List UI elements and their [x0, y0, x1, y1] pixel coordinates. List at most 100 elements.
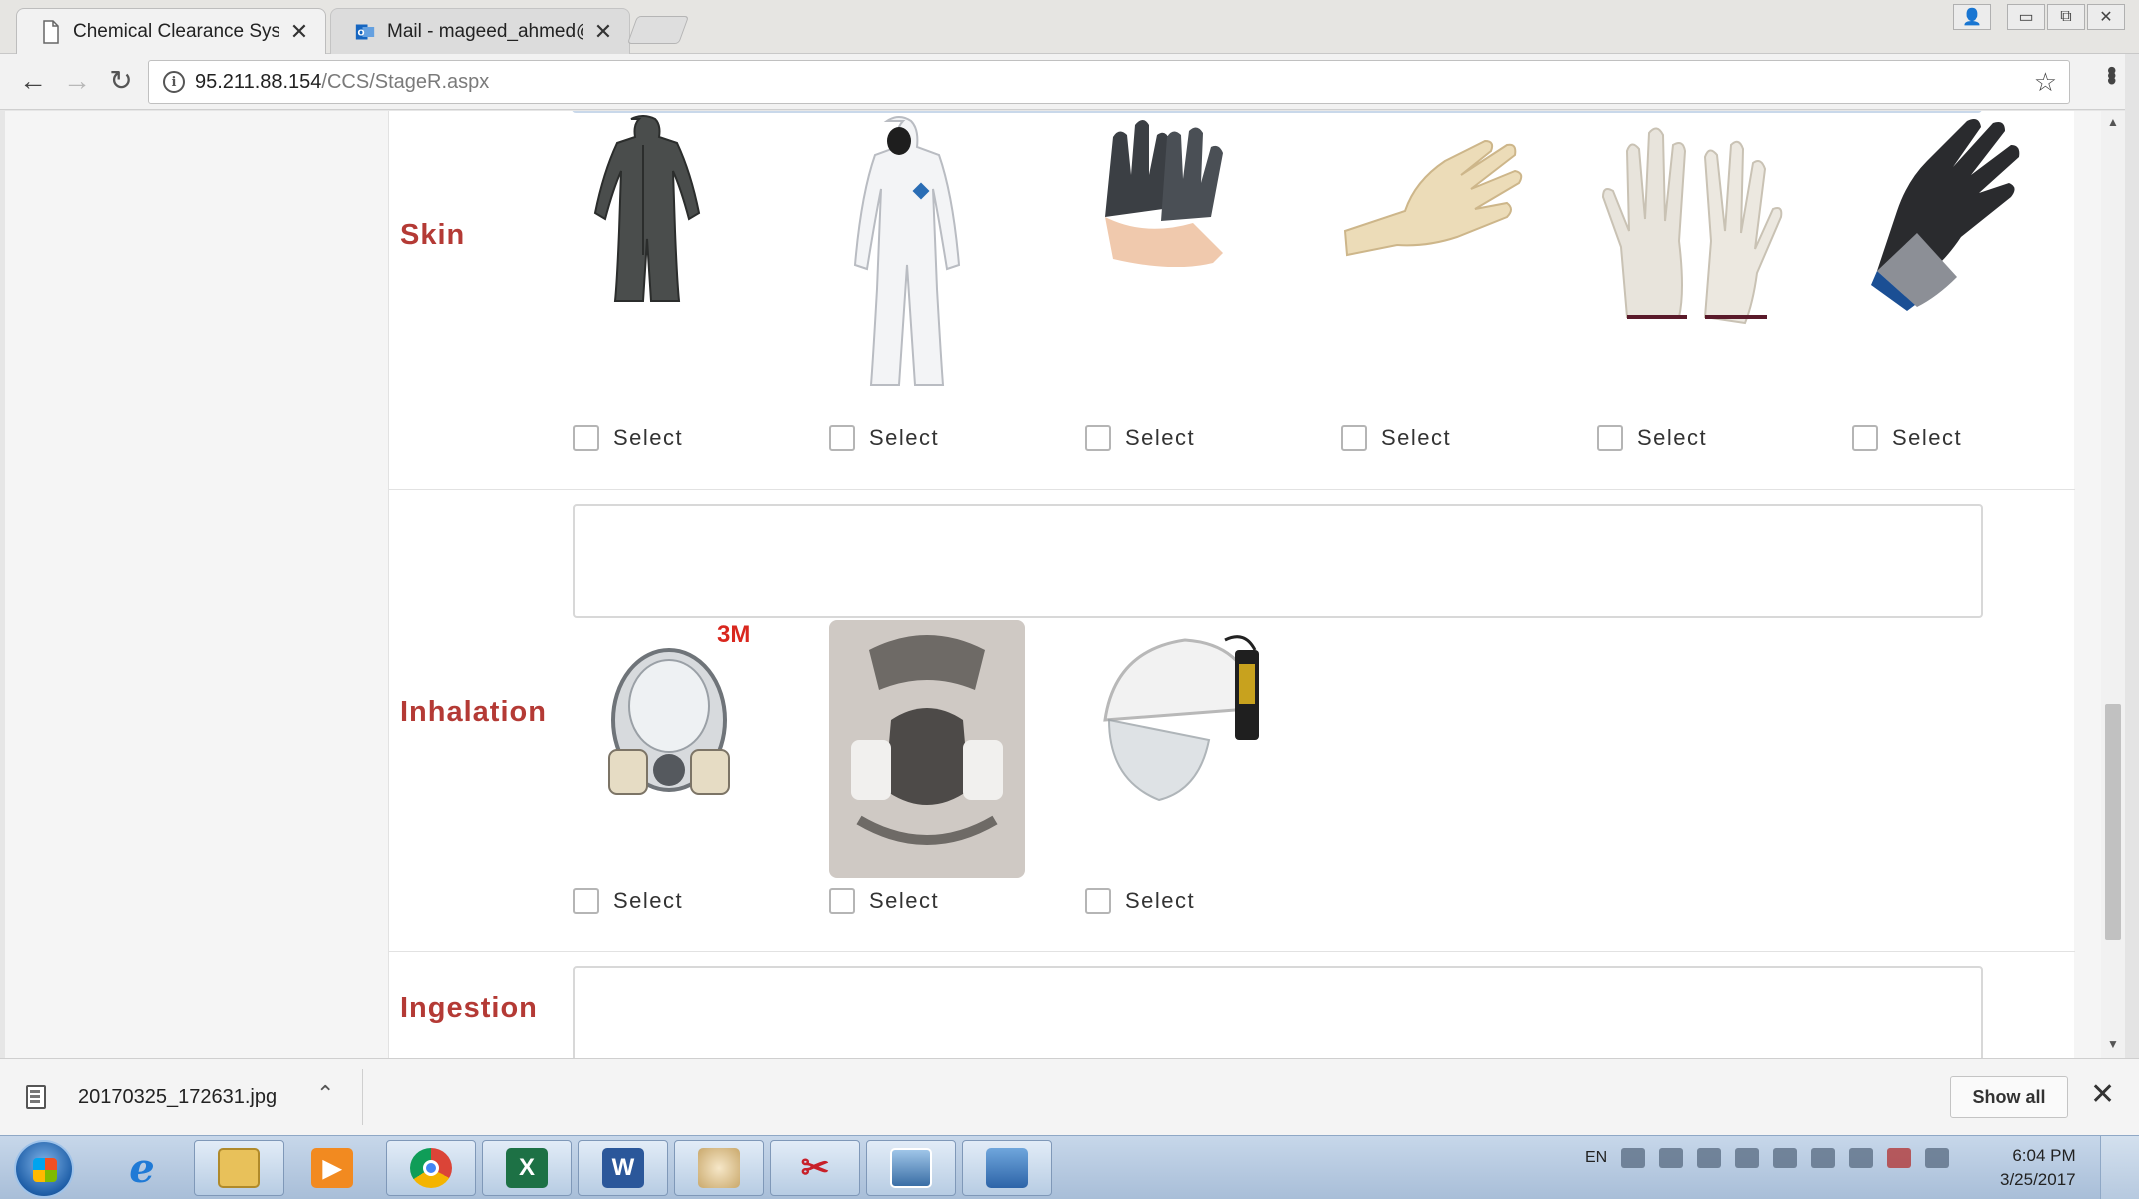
taskbar-photo-viewer[interactable]	[866, 1140, 956, 1196]
forward-arrow-icon[interactable]: →	[60, 66, 94, 96]
file-icon	[26, 1085, 46, 1109]
checkbox[interactable]	[1085, 425, 1111, 451]
taskbar-media-player[interactable]: ▶	[290, 1140, 374, 1196]
select-checkbox[interactable]: Select	[1085, 888, 1195, 914]
back-arrow-icon[interactable]: ←	[16, 66, 50, 96]
clock-date: 3/25/2017	[2000, 1170, 2076, 1189]
section-label: Skin	[400, 219, 466, 251]
taskbar-excel[interactable]: X	[482, 1140, 572, 1196]
checkbox[interactable]	[829, 888, 855, 914]
tray-app-icon[interactable]	[1697, 1148, 1722, 1168]
latex-glove-icon	[1343, 139, 1523, 257]
network-signal-icon[interactable]	[1925, 1148, 1950, 1168]
close-icon[interactable]: ✕	[2087, 4, 2125, 30]
battery-icon[interactable]	[1849, 1148, 1874, 1168]
tab-close-icon[interactable]: ✕	[593, 19, 613, 45]
select-label: Select	[613, 425, 684, 450]
window-controls: 👤 ▭ ⧉ ✕	[1953, 4, 2125, 30]
select-checkbox[interactable]: Select	[573, 425, 683, 451]
dark-coverall-icon	[593, 115, 701, 302]
select-checkbox[interactable]: Select	[829, 425, 939, 451]
ingestion-notes-textarea[interactable]	[573, 966, 1983, 1058]
chrome-icon	[410, 1148, 452, 1188]
select-checkbox[interactable]: Select	[1597, 425, 1707, 451]
start-button-icon[interactable]	[14, 1140, 74, 1198]
chevron-up-icon[interactable]: ⌃	[316, 1081, 334, 1107]
bookmark-star-icon[interactable]: ☆	[2034, 67, 2057, 98]
internet-explorer-icon: e	[129, 1144, 155, 1192]
browser-toolbar: ← → ↻ i 95.211.88.154/CCS/StageR.aspx ☆ …	[0, 54, 2139, 110]
select-checkbox[interactable]: Select	[1341, 425, 1451, 451]
screen: Chemical Clearance Syste ✕ O Mail - mage…	[0, 0, 2139, 1199]
full-face-respirator-icon: 3M	[608, 621, 750, 795]
ppe-item-knit-gloves	[1597, 121, 1847, 331]
select-checkbox[interactable]: Select	[573, 888, 683, 914]
info-icon[interactable]: i	[163, 71, 185, 93]
tab-close-icon[interactable]: ✕	[289, 19, 309, 45]
taskbar-file-explorer[interactable]	[194, 1140, 284, 1196]
section-ingestion: Ingestion	[389, 952, 2075, 1058]
select-checkbox[interactable]: Select	[1852, 425, 1962, 451]
outlook-icon: O	[355, 24, 375, 39]
ppe-item-full-face-respirator: 3M	[573, 620, 823, 820]
language-indicator[interactable]: EN	[1585, 1149, 1607, 1167]
scroll-down-icon[interactable]: ▼	[2107, 1037, 2119, 1051]
taskbar-control-panel[interactable]	[962, 1140, 1052, 1196]
checkbox[interactable]	[1085, 888, 1111, 914]
download-shelf: 20170325_172631.jpg ⌃ Show all ✕	[0, 1058, 2139, 1135]
powered-air-helmet-icon	[1103, 635, 1259, 802]
control-panel-icon	[986, 1148, 1028, 1188]
taskbar-clock[interactable]: 6:04 PM 3/25/2017	[2000, 1144, 2076, 1192]
taskbar-internet-explorer[interactable]: e	[100, 1140, 184, 1196]
download-item[interactable]: 20170325_172631.jpg	[26, 1073, 277, 1121]
restore-icon[interactable]: ⧉	[2047, 4, 2085, 30]
section-inhalation: Inhalation 3M Select Select Select	[389, 490, 2075, 952]
new-tab-button[interactable]	[626, 16, 690, 44]
select-label: Select	[869, 425, 940, 450]
ppe-form: Skin Select Select Select Select Select …	[388, 111, 2075, 1058]
tray-app-icon[interactable]	[1773, 1148, 1798, 1168]
select-checkbox[interactable]: Select	[829, 888, 939, 914]
select-checkbox[interactable]: Select	[1085, 425, 1195, 451]
scrollbar-thumb[interactable]	[2105, 704, 2121, 940]
show-desktop-button[interactable]	[2100, 1136, 2139, 1199]
tab-chemical-clearance[interactable]: Chemical Clearance Syste ✕	[16, 8, 326, 54]
url-text[interactable]: 95.211.88.154/CCS/StageR.aspx	[195, 71, 489, 94]
close-icon[interactable]: ✕	[2090, 1077, 2115, 1112]
tray-app-icon[interactable]	[1659, 1148, 1684, 1168]
checkbox[interactable]	[573, 425, 599, 451]
inhalation-notes-textarea[interactable]	[573, 504, 1983, 618]
select-label: Select	[613, 888, 684, 913]
ppe-item-cut-resistant-glove	[1853, 111, 2101, 311]
taskbar-paint[interactable]	[674, 1140, 764, 1196]
checkbox[interactable]	[573, 888, 599, 914]
svg-text:O: O	[358, 27, 365, 37]
tab-mail[interactable]: O Mail - mageed_ahmed@ ✕	[330, 8, 630, 54]
half-mask-respirator-icon	[829, 620, 1025, 878]
checkbox[interactable]	[1852, 425, 1878, 451]
tab-title: Chemical Clearance Syste	[73, 20, 279, 42]
action-center-icon[interactable]	[1887, 1148, 1912, 1168]
address-bar[interactable]: i 95.211.88.154/CCS/StageR.aspx ☆	[148, 60, 2070, 104]
page-scrollbar[interactable]: ▲ ▼	[2101, 111, 2125, 1058]
checkbox[interactable]	[1341, 425, 1367, 451]
checkbox[interactable]	[1597, 425, 1623, 451]
ppe-item-black-rubber-gloves	[1085, 117, 1335, 277]
show-all-button[interactable]: Show all	[1950, 1076, 2068, 1118]
tray-app-icon[interactable]	[1621, 1148, 1646, 1168]
select-label: Select	[1381, 425, 1452, 450]
tab-title: Mail - mageed_ahmed@	[387, 20, 583, 42]
taskbar-word[interactable]: W	[578, 1140, 668, 1196]
minimize-icon[interactable]: ▭	[2007, 4, 2045, 30]
file-explorer-icon	[218, 1148, 260, 1188]
taskbar-snipping-tool[interactable]: ✂	[770, 1140, 860, 1196]
profile-icon[interactable]: 👤	[1953, 4, 1991, 30]
checkbox[interactable]	[829, 425, 855, 451]
section-label: Ingestion	[400, 992, 538, 1024]
taskbar-chrome[interactable]	[386, 1140, 476, 1196]
scroll-up-icon[interactable]: ▲	[2107, 115, 2119, 129]
reload-icon[interactable]: ↻	[104, 66, 138, 96]
tray-app-icon[interactable]	[1735, 1148, 1760, 1168]
speaker-icon[interactable]	[1811, 1148, 1836, 1168]
menu-icon[interactable]: •••	[2097, 66, 2127, 81]
